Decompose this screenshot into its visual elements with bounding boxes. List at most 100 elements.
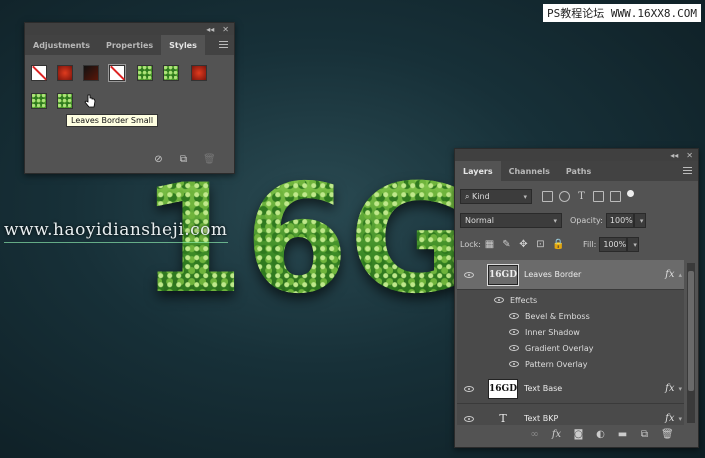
blend-mode-dropdown[interactable]: Normal ▾ <box>460 213 562 228</box>
lock-transparent-icon[interactable]: ▦ <box>484 239 495 250</box>
fx-badge-icon[interactable]: fx <box>665 413 674 424</box>
new-layer-icon[interactable]: ⧉ <box>639 429 650 440</box>
tooltip: Leaves Border Small <box>66 114 159 127</box>
fill-dropdown[interactable]: ▾ <box>627 237 640 252</box>
collapse-icon[interactable]: ◂◂ <box>206 25 214 34</box>
effect-name: Inner Shadow <box>525 327 580 337</box>
opacity-dropdown[interactable]: ▾ <box>633 213 646 228</box>
leaf-text-art: 16G <box>140 153 472 327</box>
close-icon[interactable]: ✕ <box>686 151 693 160</box>
styles-panel: ◂◂ ✕ Adjustments Properties Styles Leave… <box>24 22 235 174</box>
panel-topbar: ◂◂ ✕ <box>455 149 698 161</box>
layers-panel: ◂◂ ✕ Layers Channels Paths ⌕ Kind ▾ T No… <box>454 148 699 448</box>
style-swatch-leaf[interactable] <box>31 93 47 109</box>
lock-all-icon[interactable]: 🔒 <box>552 239 564 250</box>
trash-icon[interactable]: 🗑 <box>661 429 674 440</box>
fx-badge-icon[interactable]: fx <box>665 383 674 394</box>
visibility-eye-icon[interactable] <box>464 271 474 278</box>
layer-thumbnail: 16GD <box>488 378 518 399</box>
fx-icon[interactable]: fx <box>551 429 562 440</box>
style-swatch-leaf[interactable] <box>137 65 153 81</box>
visibility-eye-icon[interactable] <box>464 415 474 422</box>
layers-tabs: Layers Channels Paths <box>455 161 698 181</box>
effect-row[interactable]: Bevel & Emboss <box>457 308 684 324</box>
chevron-down-icon: ▾ <box>553 216 557 225</box>
close-icon[interactable]: ✕ <box>222 25 229 34</box>
effect-name: Pattern Overlay <box>525 359 588 369</box>
adjustment-icon[interactable]: ◐ <box>595 429 606 440</box>
tab-adjustments[interactable]: Adjustments <box>25 35 98 55</box>
filter-toggle-icon[interactable] <box>627 190 634 197</box>
tab-properties[interactable]: Properties <box>98 35 161 55</box>
chevron-down-icon[interactable]: ▾ <box>678 385 682 393</box>
tab-channels[interactable]: Channels <box>501 161 558 181</box>
layer-name: Text Base <box>524 384 563 393</box>
effect-name: Gradient Overlay <box>525 343 594 353</box>
visibility-eye-icon[interactable] <box>509 345 519 351</box>
smart-object-filter-icon[interactable] <box>610 191 621 202</box>
clear-style-icon[interactable]: ⊘ <box>153 154 164 165</box>
panel-menu-icon[interactable] <box>219 41 228 48</box>
tab-styles[interactable]: Styles <box>161 35 205 55</box>
lock-label: Lock: <box>460 240 481 249</box>
style-swatch-red[interactable] <box>57 65 73 81</box>
filter-row: ⌕ Kind ▾ T <box>460 189 698 204</box>
layer-row-text-base[interactable]: 16GD Text Base fx ▾ <box>457 374 684 404</box>
fill-field[interactable]: 100% <box>599 237 628 252</box>
delete-icon[interactable]: 🗑 <box>203 154 216 165</box>
lock-pixels-icon[interactable]: ✎ <box>501 239 512 250</box>
layer-row-text-bkp[interactable]: T Text BKP fx ▾ <box>457 404 684 425</box>
pixel-filter-icon[interactable] <box>542 191 553 202</box>
collapse-icon[interactable]: ◂◂ <box>670 151 678 160</box>
style-swatch-red[interactable] <box>191 65 207 81</box>
shape-filter-icon[interactable] <box>593 191 604 202</box>
lock-position-icon[interactable]: ✥ <box>518 239 529 250</box>
opacity-field[interactable]: 100% <box>605 213 634 228</box>
layer-list: 16GD Leaves Border fx ▴ Effects Bevel & … <box>457 260 684 425</box>
chevron-down-icon: ▾ <box>633 240 637 249</box>
filter-kind-label: Kind <box>472 191 490 201</box>
layer-row-leaves-border[interactable]: 16GD Leaves Border fx ▴ <box>457 260 684 290</box>
lock-artboard-icon[interactable]: ⊡ <box>535 239 546 250</box>
hand-cursor-icon <box>84 94 96 108</box>
watermark-left: www.haoyidiansheji.com <box>4 220 228 243</box>
styles-bottom-bar: ⊘ ⧉ 🗑 <box>153 154 216 165</box>
type-filter-icon[interactable]: T <box>576 191 587 202</box>
chevron-down-icon: ▾ <box>639 216 644 225</box>
fx-badge-icon[interactable]: fx <box>665 269 674 280</box>
style-swatch-leaf[interactable] <box>163 65 179 81</box>
visibility-eye-icon[interactable] <box>509 329 519 335</box>
style-swatch-none[interactable] <box>31 65 47 81</box>
style-swatch-leaves-border-small[interactable] <box>57 93 73 109</box>
effect-row[interactable]: Gradient Overlay <box>457 340 684 356</box>
effects-group[interactable]: Effects <box>457 292 684 308</box>
tab-layers[interactable]: Layers <box>455 161 501 181</box>
layers-scrollbar[interactable] <box>687 263 695 423</box>
chevron-up-icon[interactable]: ▴ <box>678 271 682 279</box>
layers-bottom-bar: ∞ fx ◙ ◐ ▬ ⧉ 🗑 <box>529 429 674 440</box>
style-swatch-none[interactable] <box>108 64 126 82</box>
visibility-eye-icon[interactable] <box>464 385 474 392</box>
adjustment-filter-icon[interactable] <box>559 191 570 202</box>
effect-row[interactable]: Pattern Overlay <box>457 356 684 372</box>
layer-name: Text BKP <box>524 414 559 423</box>
filter-kind-dropdown[interactable]: ⌕ Kind ▾ <box>460 189 532 204</box>
link-icon[interactable]: ∞ <box>529 429 540 440</box>
visibility-eye-icon[interactable] <box>509 313 519 319</box>
chevron-down-icon[interactable]: ▾ <box>678 415 682 423</box>
panel-menu-icon[interactable] <box>683 167 692 174</box>
panel-topbar: ◂◂ ✕ <box>25 23 234 35</box>
scrollbar-thumb[interactable] <box>688 271 694 391</box>
folder-icon[interactable]: ▬ <box>617 429 628 440</box>
visibility-eye-icon[interactable] <box>494 297 504 303</box>
visibility-eye-icon[interactable] <box>509 361 519 367</box>
tab-paths[interactable]: Paths <box>558 161 599 181</box>
layer-thumbnail: 16GD <box>487 263 519 286</box>
layer-name: Leaves Border <box>524 270 582 279</box>
blend-row: Normal ▾ Opacity: 100% ▾ <box>460 213 698 228</box>
search-icon: ⌕ <box>465 191 473 201</box>
style-swatch-dark[interactable] <box>83 65 99 81</box>
new-style-icon[interactable]: ⧉ <box>178 154 189 165</box>
effect-row[interactable]: Inner Shadow <box>457 324 684 340</box>
mask-icon[interactable]: ◙ <box>573 429 584 440</box>
